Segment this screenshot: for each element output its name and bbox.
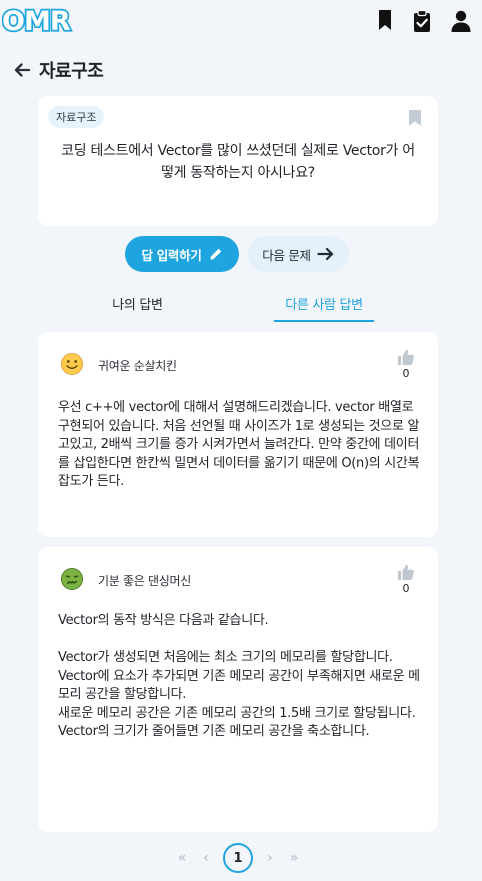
answer-paragraph: 우선 c++에 vector에 대해서 설명해드리겠습니다. vector 배열…: [58, 400, 420, 489]
answer-body: 우선 c++에 vector에 대해서 설명해드리겠습니다. vector 배열…: [58, 399, 420, 492]
answer-paragraph: Vector에 요소가 추가되면 기존 메모리 공간이 부족해지면 새로운 메모…: [58, 668, 420, 703]
page-header: 자료구조: [13, 56, 104, 84]
tab-others-answers[interactable]: 다른 사람 답변: [274, 294, 374, 322]
like-count: 0: [402, 582, 410, 595]
user-icon[interactable]: [450, 9, 472, 33]
back-arrow-icon[interactable]: [13, 61, 31, 79]
bookmark-icon[interactable]: [408, 109, 422, 127]
category-tag: 자료구조: [48, 106, 105, 128]
thumbs-up-icon: [398, 349, 414, 365]
arrow-right-icon: [317, 247, 333, 261]
answer-author: 기분 좋은 댄싱머신: [98, 574, 191, 588]
answer-paragraph: Vector의 동작 방식은 다음과 같습니다.: [58, 613, 269, 628]
current-page[interactable]: 1: [223, 843, 253, 873]
answer-author: 귀여운 순살치킨: [98, 359, 177, 373]
answer-input-button[interactable]: 답 입력하기: [125, 236, 239, 272]
like-button[interactable]: 0: [396, 348, 416, 380]
next-question-button[interactable]: 다음 문제: [248, 236, 349, 272]
top-bar: OMR: [0, 0, 482, 44]
prev-page-button[interactable]: ‹: [199, 850, 213, 866]
omr-logo[interactable]: OMR: [2, 5, 78, 35]
answer-input-label: 답 입력하기: [141, 247, 202, 263]
answer-paragraph: 새로운 메모리 공간은 기존 메모리 공간의 1.5배 크기로 할당됩니다.: [58, 705, 416, 721]
answer-card: 기분 좋은 댄싱머신 0 Vector의 동작 방식은 다음과 같습니다. Ve…: [38, 547, 438, 832]
answer-tabs: 나의 답변 다른 사람 답변: [90, 294, 390, 322]
question-card: 자료구조 코딩 테스트에서 Vector를 많이 쓰셨던데 실제로 Vector…: [38, 96, 438, 226]
sick-face-icon: [61, 568, 83, 590]
next-page-button[interactable]: ›: [263, 850, 277, 866]
page-title: 자료구조: [39, 61, 104, 82]
pagination: « ‹ 1 › »: [175, 843, 301, 873]
bookmark-icon[interactable]: [376, 9, 394, 31]
answer-paragraph: Vector가 생성되면 처음에는 최소 크기의 메모리를 할당합니다.: [58, 650, 393, 665]
thumbs-up-icon: [398, 564, 414, 580]
clipboard-check-icon[interactable]: [412, 9, 432, 33]
first-page-button[interactable]: «: [175, 850, 189, 866]
last-page-button[interactable]: »: [287, 850, 301, 866]
pencil-icon: [210, 248, 221, 260]
svg-text:OMR: OMR: [2, 6, 71, 35]
like-count: 0: [402, 367, 410, 380]
tab-my-answer[interactable]: 나의 답변: [90, 294, 185, 322]
question-text: 코딩 테스트에서 Vector를 많이 쓰셨던데 실제로 Vector가 어떻게…: [61, 143, 415, 181]
like-button[interactable]: 0: [396, 563, 416, 595]
answer-card: 귀여운 순살치킨 0 우선 c++에 vector에 대해서 설명해드리겠습니다…: [38, 332, 438, 537]
next-question-label: 다음 문제: [262, 247, 311, 263]
answer-body: Vector의 동작 방식은 다음과 같습니다. Vector가 생성되면 처음…: [58, 612, 420, 742]
smile-face-icon: [61, 353, 83, 375]
answer-paragraph: Vector의 크기가 줄어들면 기존 메모리 공간을 축소합니다.: [58, 724, 370, 739]
